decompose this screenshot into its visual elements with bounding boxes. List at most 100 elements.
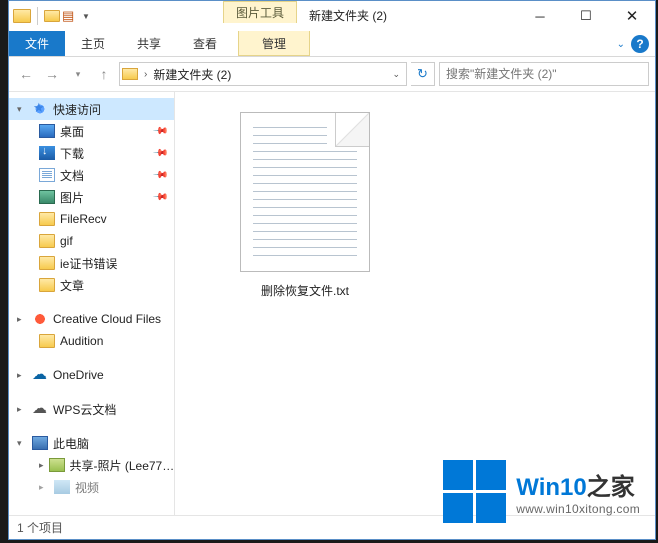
tree-downloads[interactable]: 下载 📌 <box>9 142 174 164</box>
pictures-icon <box>39 190 55 204</box>
qat-separator <box>37 7 38 25</box>
video-icon <box>54 480 70 494</box>
quick-access-toolbar: ▤ ▼ <box>9 7 94 25</box>
folder-icon <box>39 212 55 226</box>
file-tab[interactable]: 文件 <box>9 31 65 56</box>
chevron-right-icon[interactable]: ▸ <box>17 314 27 325</box>
pin-icon: 📌 <box>151 123 168 140</box>
view-tab[interactable]: 查看 <box>177 31 233 56</box>
tree-label: 桌面 <box>60 123 84 140</box>
star-icon <box>32 102 48 116</box>
tree-label: FileRecv <box>60 212 107 226</box>
ribbon-expand-chevron[interactable]: ⌄ <box>617 39 625 50</box>
folder-icon <box>39 334 55 348</box>
tree-label: 文档 <box>60 167 84 184</box>
creative-cloud-icon <box>32 312 48 326</box>
minimize-button[interactable]: ─ <box>517 1 563 31</box>
explorer-window: ▤ ▼ 图片工具 新建文件夹 (2) ─ ☐ ✕ 文件 主页 共享 查看 管理 … <box>8 0 656 540</box>
chevron-right-icon[interactable]: ▸ <box>17 370 27 381</box>
home-tab[interactable]: 主页 <box>65 31 121 56</box>
tree-label: 文章 <box>60 277 84 294</box>
refresh-button[interactable]: ↻ <box>411 62 435 86</box>
manage-tab[interactable]: 管理 <box>238 31 310 56</box>
file-name: 删除恢复文件.txt <box>261 282 349 299</box>
back-button[interactable]: ← <box>15 63 37 85</box>
tree-shared-photos[interactable]: ▸ 共享-照片 (Lee77… <box>9 454 174 476</box>
windows-logo-icon <box>443 460 506 523</box>
onedrive-icon <box>32 368 48 382</box>
tree-label: WPS云文档 <box>53 401 116 418</box>
tree-video[interactable]: ▸ 视频 <box>9 476 174 498</box>
pin-icon: 📌 <box>151 189 168 206</box>
shared-icon <box>49 458 65 472</box>
navigation-pane[interactable]: ▾ 快速访问 桌面 📌 下载 📌 文档 📌 图片 📌 FileRecv gif ie证书错… <box>9 92 175 515</box>
maximize-button[interactable]: ☐ <box>563 1 609 31</box>
up-button[interactable]: ↑ <box>93 63 115 85</box>
qat-new-folder-button[interactable]: ▤ <box>62 8 78 24</box>
tree-creative-cloud[interactable]: ▸ Creative Cloud Files <box>9 308 174 330</box>
breadcrumb-sep-icon[interactable]: › <box>144 69 147 80</box>
folder-icon <box>39 234 55 248</box>
wps-icon <box>32 402 48 416</box>
body: ▾ 快速访问 桌面 📌 下载 📌 文档 📌 图片 📌 FileRecv gif ie证书错… <box>9 92 655 515</box>
tree-onedrive[interactable]: ▸ OneDrive <box>9 364 174 386</box>
item-count: 1 个项目 <box>17 519 63 536</box>
download-icon <box>39 146 55 160</box>
forward-button[interactable]: → <box>41 63 63 85</box>
tree-this-pc[interactable]: ▾此电脑 <box>9 432 174 454</box>
tree-gif[interactable]: gif <box>9 230 174 252</box>
tree-label: 下载 <box>60 145 84 162</box>
chevron-right-icon[interactable]: ▸ <box>39 460 44 471</box>
tree-label: Creative Cloud Files <box>53 312 161 326</box>
breadcrumb-folder[interactable]: 新建文件夹 (2) <box>153 66 231 83</box>
pin-icon: 📌 <box>151 167 168 184</box>
app-icon[interactable] <box>13 9 31 23</box>
tree-label: 共享-照片 (Lee77… <box>70 457 175 474</box>
txt-file-icon <box>240 112 370 272</box>
tree-pictures[interactable]: 图片 📌 <box>9 186 174 208</box>
titlebar: ▤ ▼ 图片工具 新建文件夹 (2) ─ ☐ ✕ <box>9 1 655 31</box>
watermark-url: www.win10xitong.com <box>516 502 640 516</box>
address-bar[interactable]: › 新建文件夹 (2) ⌄ <box>119 62 407 86</box>
tree-label: ie证书错误 <box>60 255 117 272</box>
tree-label: 视频 <box>75 479 99 496</box>
window-controls: ─ ☐ ✕ <box>517 1 655 31</box>
ribbon: 文件 主页 共享 查看 管理 ⌄ ? <box>9 31 655 57</box>
tree-articles[interactable]: 文章 <box>9 274 174 296</box>
navigation-bar: ← → ▾ ↑ › 新建文件夹 (2) ⌄ ↻ <box>9 57 655 92</box>
tree-label: Audition <box>60 334 103 348</box>
folder-icon <box>39 278 55 292</box>
tree-label: OneDrive <box>53 368 104 382</box>
chevron-down-icon[interactable]: ▾ <box>17 438 27 449</box>
window-title: 新建文件夹 (2) <box>309 7 387 24</box>
tree-label: 图片 <box>60 189 84 206</box>
chevron-down-icon[interactable]: ▾ <box>17 104 27 115</box>
tree-iecert[interactable]: ie证书错误 <box>9 252 174 274</box>
help-icon[interactable]: ? <box>631 35 649 53</box>
desktop-icon <box>39 124 55 138</box>
contextual-tab-label: 图片工具 <box>223 1 297 23</box>
document-icon <box>39 168 55 182</box>
tree-audition[interactable]: Audition <box>9 330 174 352</box>
pc-icon <box>32 436 48 450</box>
tree-wps[interactable]: ▸ WPS云文档 <box>9 398 174 420</box>
close-button[interactable]: ✕ <box>609 1 655 31</box>
folder-icon <box>39 256 55 270</box>
recent-dropdown[interactable]: ▾ <box>67 63 89 85</box>
chevron-right-icon[interactable]: ▸ <box>17 404 27 415</box>
address-dropdown-chevron[interactable]: ⌄ <box>388 69 404 80</box>
content-area[interactable]: 删除恢复文件.txt <box>175 92 655 515</box>
watermark: Win10之家 www.win10xitong.com <box>443 460 640 523</box>
tree-label: 快速访问 <box>53 101 101 118</box>
pin-icon: 📌 <box>151 145 168 162</box>
file-item[interactable]: 删除恢复文件.txt <box>225 112 385 299</box>
qat-properties-button[interactable] <box>44 10 60 22</box>
tree-quick-access[interactable]: ▾ 快速访问 <box>9 98 174 120</box>
chevron-right-icon[interactable]: ▸ <box>39 482 49 493</box>
tree-documents[interactable]: 文档 📌 <box>9 164 174 186</box>
search-input[interactable] <box>439 62 649 86</box>
share-tab[interactable]: 共享 <box>121 31 177 56</box>
tree-desktop[interactable]: 桌面 📌 <box>9 120 174 142</box>
tree-filerecv[interactable]: FileRecv <box>9 208 174 230</box>
qat-customize-chevron[interactable]: ▼ <box>82 12 90 21</box>
